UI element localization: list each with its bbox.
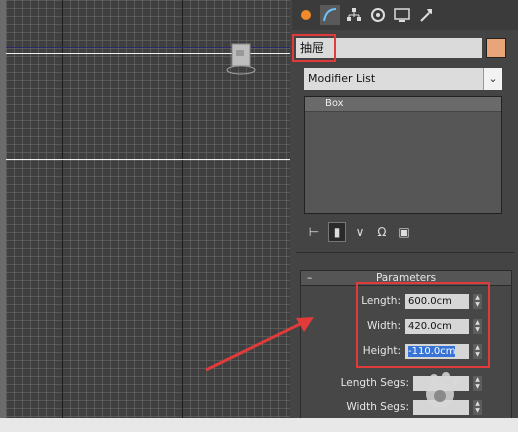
make-unique-icon[interactable]: ∨: [352, 223, 368, 241]
hierarchy-tab[interactable]: [344, 5, 364, 25]
annotation-arrow-icon: [205, 317, 314, 372]
object-color-swatch[interactable]: [486, 38, 506, 58]
object-edge-line: [6, 159, 290, 160]
length-segs-param: Length Segs: ▲ ▼: [301, 375, 511, 393]
parameters-highlight-box: [356, 282, 490, 368]
command-panel: 抽屉 Modifier List ⌄ Box ⊢ ▮ ∨ Ω ▣ – Param…: [292, 0, 518, 420]
modifier-list-label: Modifier List: [308, 72, 376, 85]
modifier-list-dropdown[interactable]: Modifier List ⌄: [304, 68, 502, 90]
utilities-icon: [420, 9, 432, 22]
chevron-down-icon[interactable]: ⌄: [483, 68, 502, 90]
modify-icon: [323, 8, 337, 22]
status-bar: [0, 418, 518, 432]
stack-toolbar: ⊢ ▮ ∨ Ω ▣: [306, 222, 506, 242]
watermark-logo-icon: [426, 372, 460, 408]
width-segs-param: Width Segs: ▲ ▼: [301, 399, 511, 417]
display-icon: [394, 8, 410, 22]
transform-gizmo-icon[interactable]: [226, 40, 256, 76]
command-panel-tabs: [292, 0, 518, 30]
sphere-icon: [301, 10, 311, 20]
name-highlight-box: [292, 34, 336, 62]
configure-sets-icon[interactable]: ▣: [396, 223, 412, 241]
modify-tab[interactable]: [320, 5, 340, 25]
pin-stack-icon[interactable]: ⊢: [306, 223, 322, 241]
create-tab[interactable]: [296, 5, 316, 25]
grid-axis-line: [182, 0, 183, 418]
show-end-result-icon[interactable]: ▮: [328, 222, 346, 242]
width-segs-label: Width Segs:: [346, 401, 409, 413]
stack-item-box[interactable]: Box: [305, 97, 501, 112]
display-tab[interactable]: [392, 5, 412, 25]
motion-tab[interactable]: [368, 5, 388, 25]
utilities-tab[interactable]: [416, 5, 436, 25]
panel-divider: [296, 252, 514, 253]
motion-icon: [371, 8, 385, 22]
length-segs-label: Length Segs:: [340, 377, 409, 389]
remove-modifier-icon[interactable]: Ω: [374, 223, 390, 241]
grid-axis-line: [62, 0, 63, 418]
hierarchy-icon: [347, 8, 361, 21]
modifier-stack[interactable]: Box: [304, 96, 502, 214]
